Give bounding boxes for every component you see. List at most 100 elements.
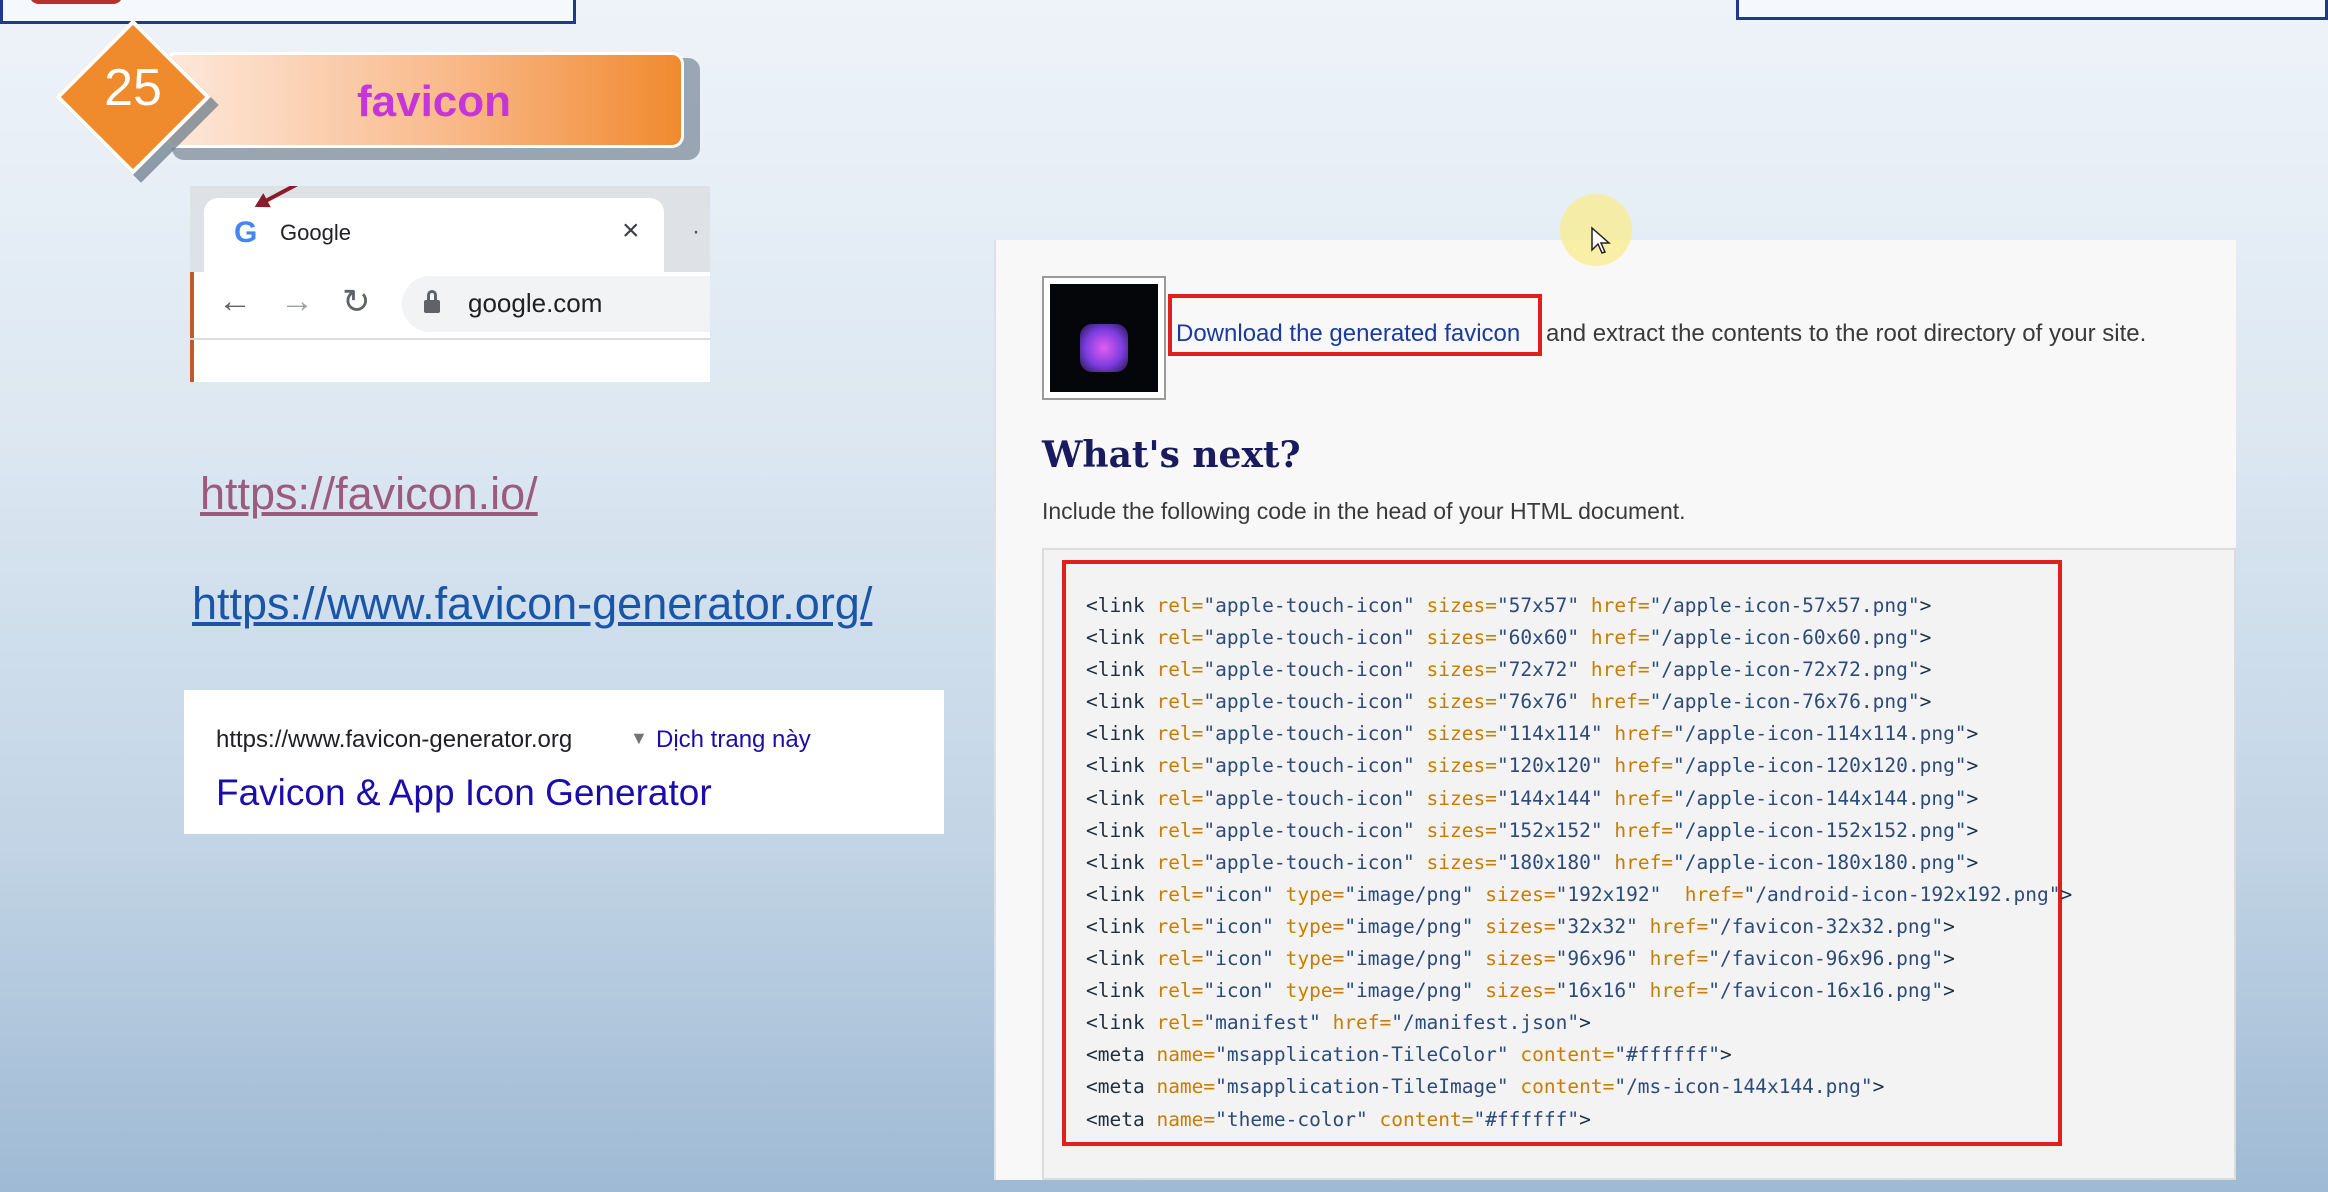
code-token: <link	[1086, 786, 1157, 810]
code-token: "apple-touch-icon"	[1203, 690, 1427, 714]
favicon-generator-panel: Download the generated favicon and extra…	[994, 240, 2236, 1180]
code-token: "16x16"	[1555, 979, 1650, 1003]
result-title-link[interactable]: Favicon & App Icon Generator	[216, 772, 712, 814]
code-token: >	[1966, 850, 1979, 874]
code-token: <link	[1086, 690, 1157, 714]
code-token: >	[1966, 786, 1979, 810]
code-token: "#ffffff"	[1473, 1107, 1580, 1131]
arrow-left-icon[interactable]: ←	[218, 282, 252, 321]
arrow-right-icon[interactable]: →	[280, 282, 314, 321]
code-line: <link rel="icon" type="image/png" sizes=…	[1086, 911, 2072, 943]
translate-link[interactable]: Dịch trang này	[656, 726, 811, 754]
code-token: content=	[1379, 1107, 1474, 1131]
tab-title: Google	[280, 220, 351, 245]
download-favicon-link[interactable]: Download the generated favicon	[1176, 320, 1520, 348]
code-token: >	[1943, 914, 1955, 938]
google-g-icon: G	[234, 216, 258, 249]
code-token: sizes=	[1426, 690, 1497, 714]
code-token: sizes=	[1485, 914, 1556, 938]
download-instruction-text: and extract the contents to the root dir…	[1546, 320, 2147, 347]
code-token: <link	[1086, 914, 1157, 938]
code-token: <link	[1086, 947, 1157, 971]
code-token: >	[2060, 882, 2073, 906]
caret-down-icon[interactable]: ▼	[630, 728, 648, 749]
code-token: "/apple-icon-76x76.png"	[1649, 690, 1920, 714]
code-token: <link	[1086, 979, 1157, 1003]
code-token: "icon"	[1203, 914, 1286, 938]
code-token: <link	[1086, 754, 1157, 778]
result-url[interactable]: https://www.favicon-generator.org	[216, 726, 572, 754]
code-line: <link rel="apple-touch-icon" sizes="57x5…	[1086, 590, 2072, 622]
address-url[interactable]: google.com	[468, 288, 602, 319]
search-result-card: https://www.favicon-generator.org ▼ Dịch…	[184, 690, 944, 834]
code-token: >	[1919, 594, 1932, 617]
code-token: sizes=	[1485, 882, 1556, 906]
code-token: href=	[1614, 786, 1674, 810]
code-token: "32x32"	[1555, 914, 1650, 938]
favicon-io-link[interactable]: https://favicon.io/	[200, 468, 538, 520]
code-token: "#ffffff"	[1614, 1043, 1720, 1067]
code-token: "apple-touch-icon"	[1203, 626, 1427, 650]
code-token: href=	[1649, 979, 1709, 1003]
code-line: <link rel="icon" type="image/png" sizes=…	[1086, 975, 2072, 1007]
code-token: type=	[1285, 882, 1345, 906]
code-token: type=	[1285, 914, 1345, 938]
include-instruction: Include the following code in the head o…	[1042, 498, 1686, 524]
reload-icon[interactable]: ↻	[342, 282, 371, 322]
whats-next-heading: What's next?	[1042, 434, 1301, 476]
code-token: href=	[1614, 818, 1674, 842]
code-token: "apple-touch-icon"	[1203, 658, 1427, 682]
code-token: <meta	[1086, 1107, 1157, 1131]
code-token: rel=	[1156, 690, 1204, 714]
code-token: "/apple-icon-180x180.png"	[1673, 850, 1967, 874]
code-token: href=	[1590, 626, 1650, 650]
tab-google[interactable]	[204, 198, 664, 272]
code-line: <link rel="apple-touch-icon" sizes="180x…	[1086, 847, 2072, 879]
code-token: "/apple-icon-120x120.png"	[1673, 754, 1967, 778]
code-token: content=	[1520, 1075, 1615, 1099]
code-token: "msapplication-TileImage"	[1215, 1075, 1521, 1099]
code-token: href=	[1649, 914, 1709, 938]
code-token: "/android-icon-192x192.png"	[1743, 882, 2061, 906]
code-token: href=	[1649, 947, 1709, 971]
code-token: href=	[1614, 754, 1674, 778]
code-token: rel=	[1156, 850, 1204, 874]
slide-title: favicon	[356, 77, 512, 126]
code-token: href=	[1590, 690, 1650, 714]
code-token: content=	[1520, 1043, 1615, 1067]
code-token: href=	[1684, 882, 1744, 906]
code-token: <link	[1086, 626, 1157, 650]
code-token: "60x60"	[1496, 626, 1591, 650]
code-token: "/ms-icon-144x144.png"	[1614, 1075, 1873, 1099]
code-token: rel=	[1156, 786, 1204, 810]
code-token: "apple-touch-icon"	[1203, 850, 1427, 874]
code-token: href=	[1332, 1011, 1392, 1035]
code-line: <link rel="apple-touch-icon" sizes="120x…	[1086, 750, 2072, 782]
code-token: "76x76"	[1496, 690, 1591, 714]
code-line: <link rel="apple-touch-icon" sizes="114x…	[1086, 718, 2072, 750]
top-left-frame	[0, 0, 576, 24]
code-token: rel=	[1156, 818, 1204, 842]
code-token: <link	[1086, 818, 1157, 842]
code-token: sizes=	[1426, 658, 1497, 682]
code-line: <link rel="apple-touch-icon" sizes="144x…	[1086, 783, 2072, 815]
code-token: "image/png"	[1344, 914, 1486, 938]
code-token: rel=	[1156, 882, 1204, 906]
close-icon[interactable]: ×	[622, 214, 640, 248]
code-token: >	[1872, 1075, 1885, 1099]
code-token: "180x180"	[1496, 850, 1615, 874]
code-token: "/favicon-32x32.png"	[1708, 914, 1944, 938]
code-token: "144x144"	[1496, 786, 1615, 810]
favicon-generator-link[interactable]: https://www.favicon-generator.org/	[192, 578, 872, 630]
code-token: name=	[1156, 1075, 1216, 1099]
code-token: <link	[1086, 594, 1157, 617]
code-token: rel=	[1156, 947, 1204, 971]
code-token: sizes=	[1426, 594, 1497, 617]
code-token: >	[1720, 1043, 1732, 1067]
code-token: rel=	[1156, 754, 1204, 778]
code-token: >	[1919, 658, 1932, 682]
code-token: type=	[1285, 947, 1345, 971]
code-token: >	[1579, 1011, 1591, 1035]
code-token: name=	[1156, 1043, 1216, 1067]
code-token: "57x57"	[1496, 594, 1591, 617]
